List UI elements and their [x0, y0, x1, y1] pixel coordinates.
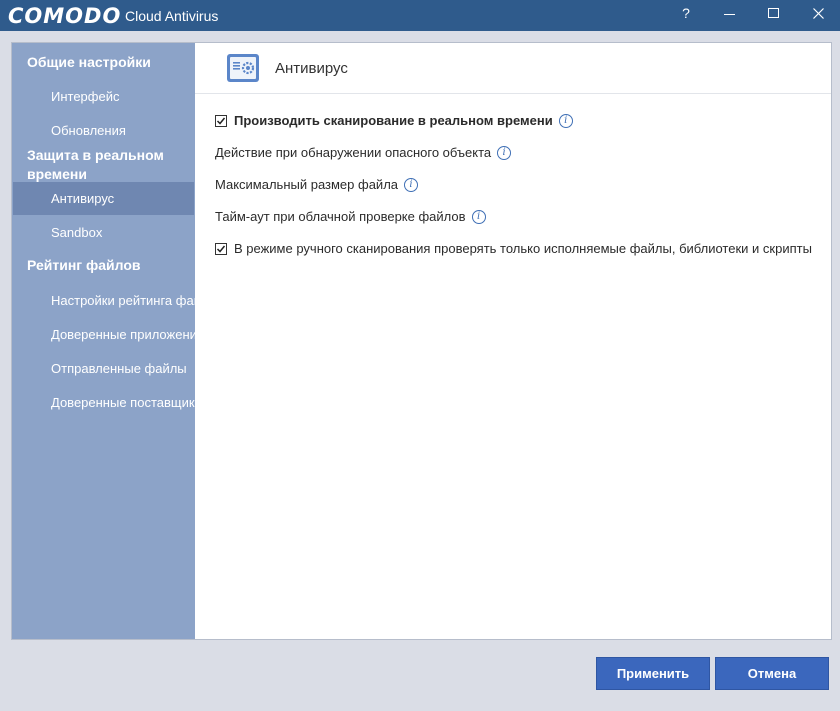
- content-header: Антивирус: [195, 43, 831, 94]
- info-icon[interactable]: i: [558, 113, 573, 128]
- realtime-scan-checkbox[interactable]: [215, 114, 227, 127]
- help-icon: ?: [682, 5, 690, 21]
- help-button[interactable]: ?: [664, 0, 708, 26]
- option-cloud-timeout[interactable]: Тайм-аут при облачной проверке файлов i: [215, 209, 486, 224]
- checkmark-icon: [216, 117, 226, 125]
- app-brand-logo: COMODO: [8, 4, 122, 28]
- sidebar-item-trusted-vendors[interactable]: Доверенные поставщики: [13, 386, 195, 419]
- cancel-button[interactable]: Отмена: [715, 657, 829, 690]
- minimize-button[interactable]: [707, 0, 751, 26]
- antivirus-settings-icon: [227, 54, 259, 82]
- sidebar-item-sandbox[interactable]: Sandbox: [13, 216, 194, 249]
- manual-scan-executables-label: В режиме ручного сканирования проверять …: [234, 241, 812, 256]
- info-icon[interactable]: i: [404, 177, 419, 192]
- app-title: Cloud Antivirus: [125, 8, 219, 24]
- sidebar-item-file-rating-settings[interactable]: Настройки рейтинга файлов: [13, 284, 195, 317]
- settings-panel: Общие настройки Интерфейс Обновления Защ…: [11, 42, 832, 640]
- sidebar-item-submitted-files[interactable]: Отправленные файлы: [13, 352, 194, 385]
- option-max-file-size[interactable]: Максимальный размер файла i: [215, 177, 419, 192]
- sidebar-section-file-rating[interactable]: Рейтинг файлов: [27, 256, 192, 275]
- info-icon[interactable]: i: [497, 145, 512, 160]
- option-realtime-scan[interactable]: Производить сканирование в реальном врем…: [215, 113, 573, 128]
- sidebar-item-interface[interactable]: Интерфейс: [13, 80, 194, 113]
- content-area: Антивирус Производить сканирование в реа…: [195, 43, 831, 639]
- sidebar-section-realtime-protection[interactable]: Защита в реальном времени: [27, 146, 192, 184]
- maximize-icon: [767, 8, 779, 18]
- close-button[interactable]: [796, 0, 840, 26]
- maximize-button[interactable]: [751, 0, 795, 26]
- apply-button[interactable]: Применить: [596, 657, 710, 690]
- option-threat-action[interactable]: Действие при обнаружении опасного объект…: [215, 145, 512, 160]
- close-icon: [812, 7, 824, 19]
- minimize-icon: [723, 13, 735, 15]
- sidebar-item-trusted-apps[interactable]: Доверенные приложения: [13, 318, 195, 351]
- page-title: Антивирус: [275, 60, 348, 77]
- info-icon[interactable]: i: [471, 209, 486, 224]
- sidebar: Общие настройки Интерфейс Обновления Защ…: [12, 43, 195, 639]
- max-file-size-label: Максимальный размер файла: [215, 177, 399, 192]
- sidebar-item-antivirus[interactable]: Антивирус: [13, 182, 194, 215]
- cloud-timeout-label: Тайм-аут при облачной проверке файлов: [215, 209, 466, 224]
- title-bar: COMODO Cloud Antivirus ?: [0, 0, 840, 31]
- option-manual-scan-executables[interactable]: В режиме ручного сканирования проверять …: [215, 241, 812, 256]
- sidebar-section-general[interactable]: Общие настройки: [27, 53, 192, 72]
- realtime-scan-label: Производить сканирование в реальном врем…: [234, 113, 553, 128]
- manual-scan-executables-checkbox[interactable]: [215, 242, 227, 255]
- sidebar-item-updates[interactable]: Обновления: [13, 114, 194, 147]
- checkmark-icon: [216, 245, 226, 253]
- threat-action-label: Действие при обнаружении опасного объект…: [215, 145, 492, 160]
